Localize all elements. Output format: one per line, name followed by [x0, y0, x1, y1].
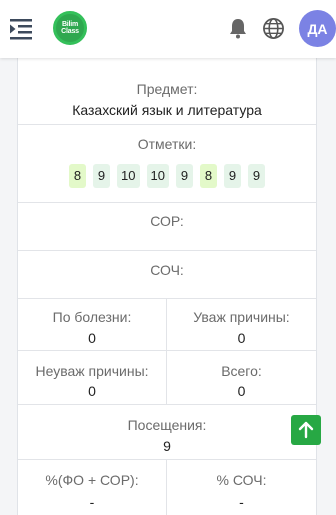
- excused-cell: Уваж причины: 0: [167, 299, 316, 350]
- total-label: Всего:: [221, 363, 262, 379]
- illness-cell: По болезни: 0: [18, 299, 167, 350]
- marks-row: Отметки: 8 9 10 10 9 8 9 9: [18, 125, 316, 203]
- subject-row: Предмет: Казахский язык и литература: [18, 69, 316, 125]
- soch-percent-label: % СОЧ:: [216, 472, 267, 488]
- visits-row: Посещения: 9: [18, 405, 316, 460]
- subject-label: Предмет:: [136, 81, 198, 97]
- logo-line-2: Class: [61, 28, 79, 35]
- mark-badge: 9: [93, 164, 111, 188]
- mark-badge: 8: [199, 164, 217, 188]
- fo-sor-percent-cell: %(ФО + СОР): -: [18, 460, 167, 515]
- grade-details-card: Предмет: Казахский язык и литература Отм…: [17, 52, 317, 515]
- percent-row: %(ФО + СОР): - % СОЧ: -: [18, 460, 316, 515]
- visits-label: Посещения:: [127, 417, 207, 433]
- unexcused-value: 0: [88, 383, 96, 399]
- sor-row: СОР:: [18, 203, 316, 251]
- scroll-to-top-button[interactable]: [291, 415, 321, 445]
- bilimclass-logo[interactable]: Bilim Class: [53, 11, 87, 45]
- absence-row-1: По болезни: 0 Уваж причины: 0: [18, 299, 316, 351]
- marks-label: Отметки:: [137, 136, 197, 152]
- top-bar: Bilim Class ДА: [0, 0, 336, 58]
- mark-badge: 9: [175, 164, 193, 188]
- subject-value: Казахский язык и литература: [72, 102, 262, 118]
- absence-row-2: Неуваж причины: 0 Всего: 0: [18, 351, 316, 405]
- sor-label: СОР:: [150, 213, 184, 229]
- mark-badge: 10: [117, 164, 140, 188]
- soch-label: СОЧ:: [150, 262, 184, 278]
- excused-value: 0: [237, 330, 246, 346]
- visits-value: 9: [163, 438, 171, 454]
- fo-sor-percent-label: %(ФО + СОР):: [45, 472, 139, 488]
- arrow-up-icon: [298, 421, 314, 439]
- menu-collapse-icon[interactable]: [8, 16, 34, 42]
- illness-label: По болезни:: [52, 309, 132, 325]
- mark-badge: 9: [247, 164, 265, 188]
- soch-row: СОЧ:: [18, 251, 316, 299]
- marks-list: 8 9 10 10 9 8 9 9: [18, 164, 316, 188]
- illness-value: 0: [88, 330, 96, 346]
- mark-badge: 8: [69, 164, 87, 188]
- unexcused-cell: Неуваж причины: 0: [18, 351, 167, 404]
- globe-icon[interactable]: [262, 17, 285, 40]
- unexcused-label: Неуваж причины:: [35, 363, 149, 379]
- excused-label: Уваж причины:: [193, 309, 290, 325]
- logo-line-1: Bilim: [61, 21, 79, 28]
- bell-icon[interactable]: [227, 17, 249, 39]
- total-cell: Всего: 0: [167, 351, 316, 404]
- fo-sor-percent-value: -: [89, 494, 95, 510]
- soch-percent-value: -: [239, 494, 244, 510]
- mark-badge: 9: [223, 164, 241, 188]
- soch-percent-cell: % СОЧ: -: [167, 460, 316, 515]
- total-value: 0: [237, 383, 246, 399]
- mark-badge: 10: [146, 164, 169, 188]
- user-avatar[interactable]: ДА: [299, 10, 336, 47]
